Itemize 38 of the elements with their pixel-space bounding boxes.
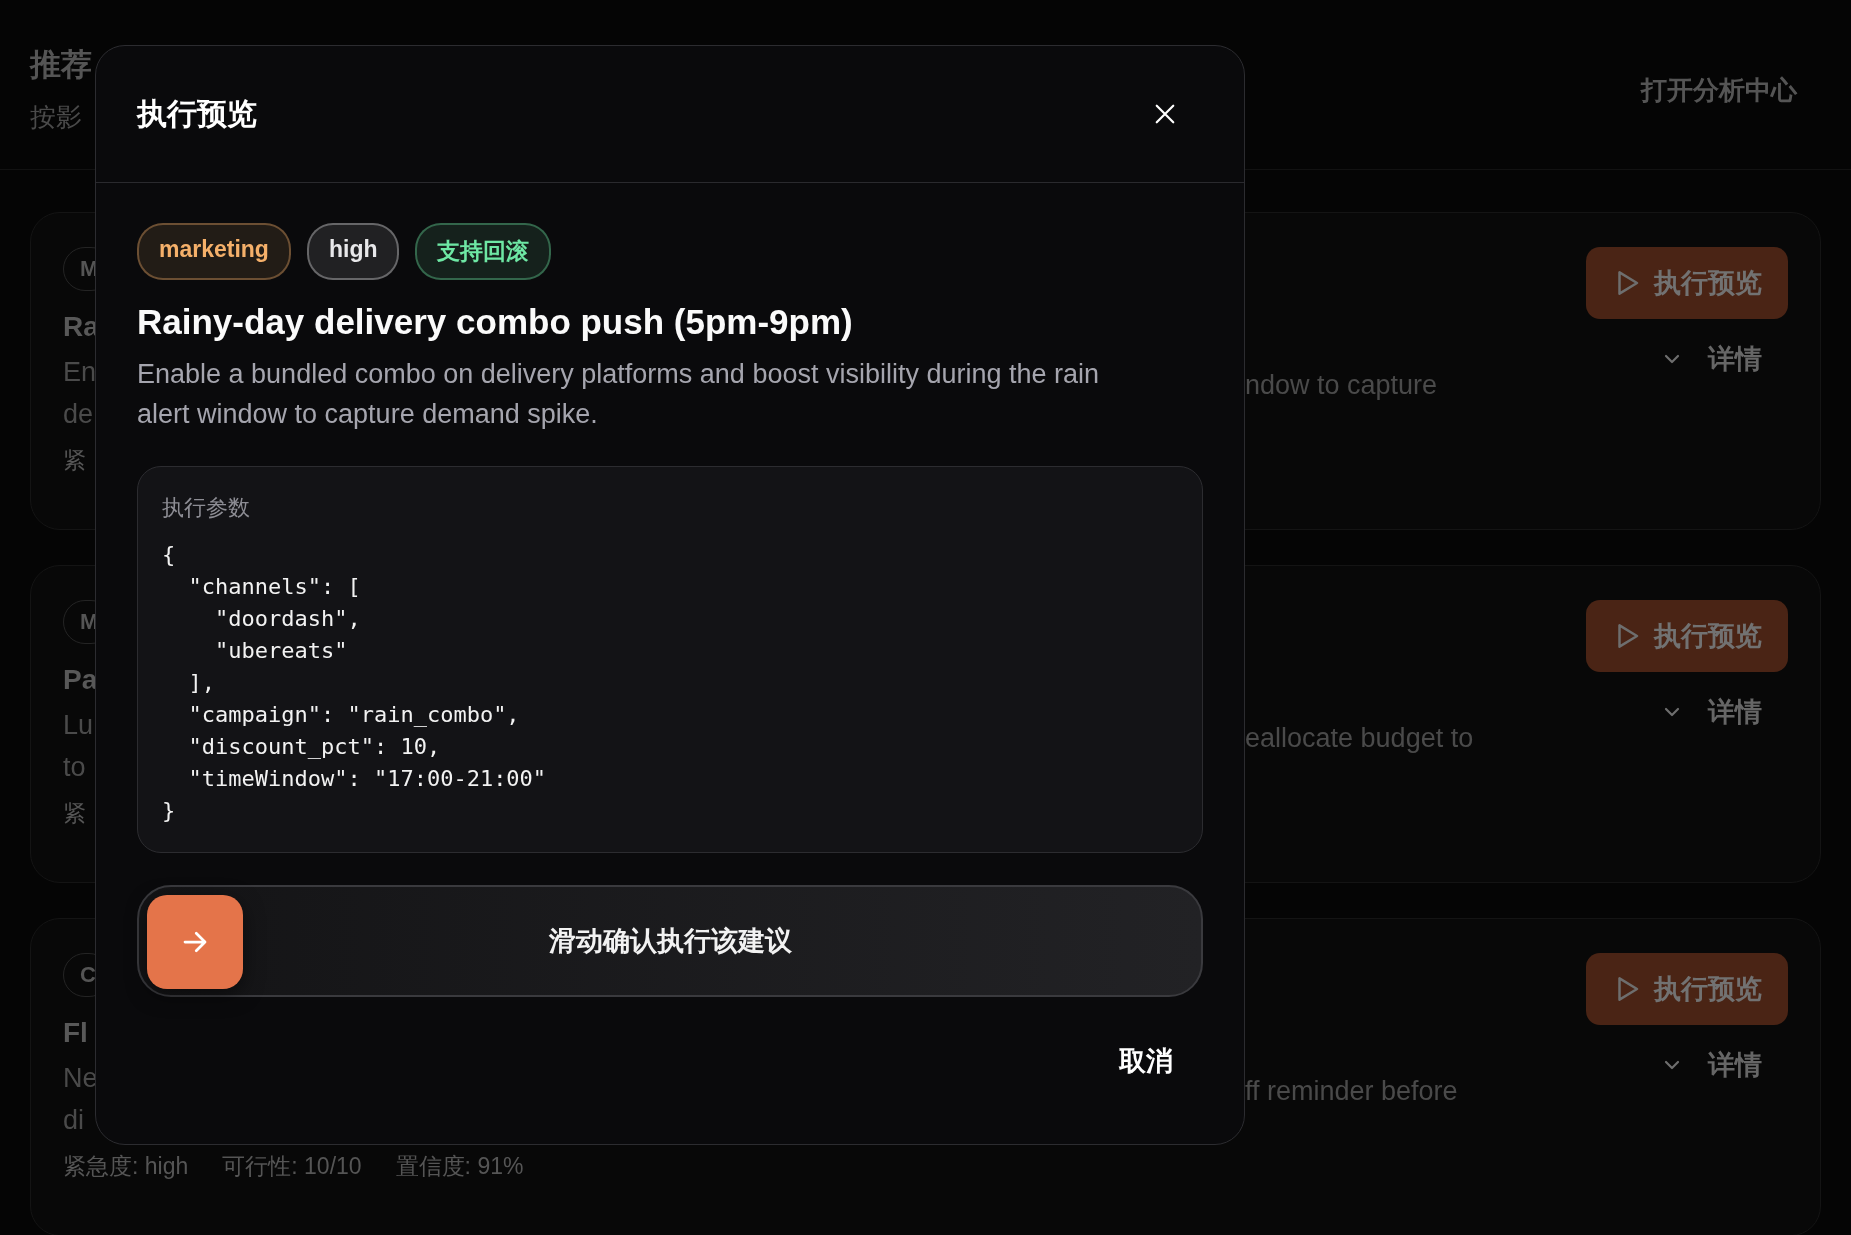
card-metric: 紧急度: high — [63, 1152, 189, 1181]
page-title: 推荐 — [30, 46, 92, 84]
open-analytics-link[interactable]: 打开分析中心 — [1635, 72, 1803, 109]
cancel-button[interactable]: 取消 — [1089, 1035, 1203, 1087]
card-description: eallocate budget to — [1245, 723, 1474, 753]
card-description: Lu — [63, 709, 94, 742]
slide-to-confirm[interactable]: 滑动确认执行该建议 — [137, 885, 1203, 997]
preview-button[interactable]: 执行预览 — [1586, 953, 1788, 1025]
tag: marketing — [137, 223, 291, 280]
slide-label: 滑动确认执行该建议 — [548, 925, 792, 958]
card-description: En — [63, 356, 97, 389]
page-subtitle: 按影 — [30, 101, 83, 134]
close-icon — [1154, 103, 1176, 125]
params-code: { "channels": [ "doordash", "ubereats" ], "campaign": "rain_combo", "discount_pct": 10, "timeWindow": "17:00-21:00" } — [162, 541, 547, 825]
card-metric: 可行性: 10/10 — [222, 1152, 362, 1181]
card-description: ndow to capture — [1245, 370, 1438, 400]
details-toggle[interactable]: 详情 — [1660, 694, 1788, 730]
card-description: di — [63, 1104, 84, 1137]
card-description: ff reminder before — [1245, 1076, 1458, 1106]
preview-button[interactable]: 执行预览 — [1586, 600, 1788, 672]
suggestion-title: Rainy-day delivery combo push (5pm-9pm) — [137, 302, 853, 342]
card-metric: 置信度: 91% — [395, 1152, 524, 1181]
tag: high — [306, 223, 400, 280]
tag: 支持回滚 — [415, 223, 552, 280]
details-toggle[interactable]: 详情 — [1660, 1047, 1788, 1083]
params-label: 执行参数 — [162, 494, 250, 522]
card-metric: 紧 — [63, 446, 86, 475]
slider-handle[interactable] — [147, 895, 243, 989]
dialog-title: 执行预览 — [137, 95, 257, 132]
card-description: to — [63, 751, 86, 784]
details-toggle[interactable]: 详情 — [1660, 341, 1788, 377]
suggestion-description: Enable a bundled combo on delivery platforms and boost visibility during the rain alert window to capture demand spike. — [137, 358, 1101, 431]
card-description: de — [63, 398, 94, 431]
card-metric: 紧 — [63, 799, 86, 828]
preview-button[interactable]: 执行预览 — [1586, 247, 1788, 319]
card-title: Fl — [63, 1017, 88, 1049]
card-title: Pa — [63, 664, 98, 696]
card-description: Ne — [63, 1062, 98, 1095]
